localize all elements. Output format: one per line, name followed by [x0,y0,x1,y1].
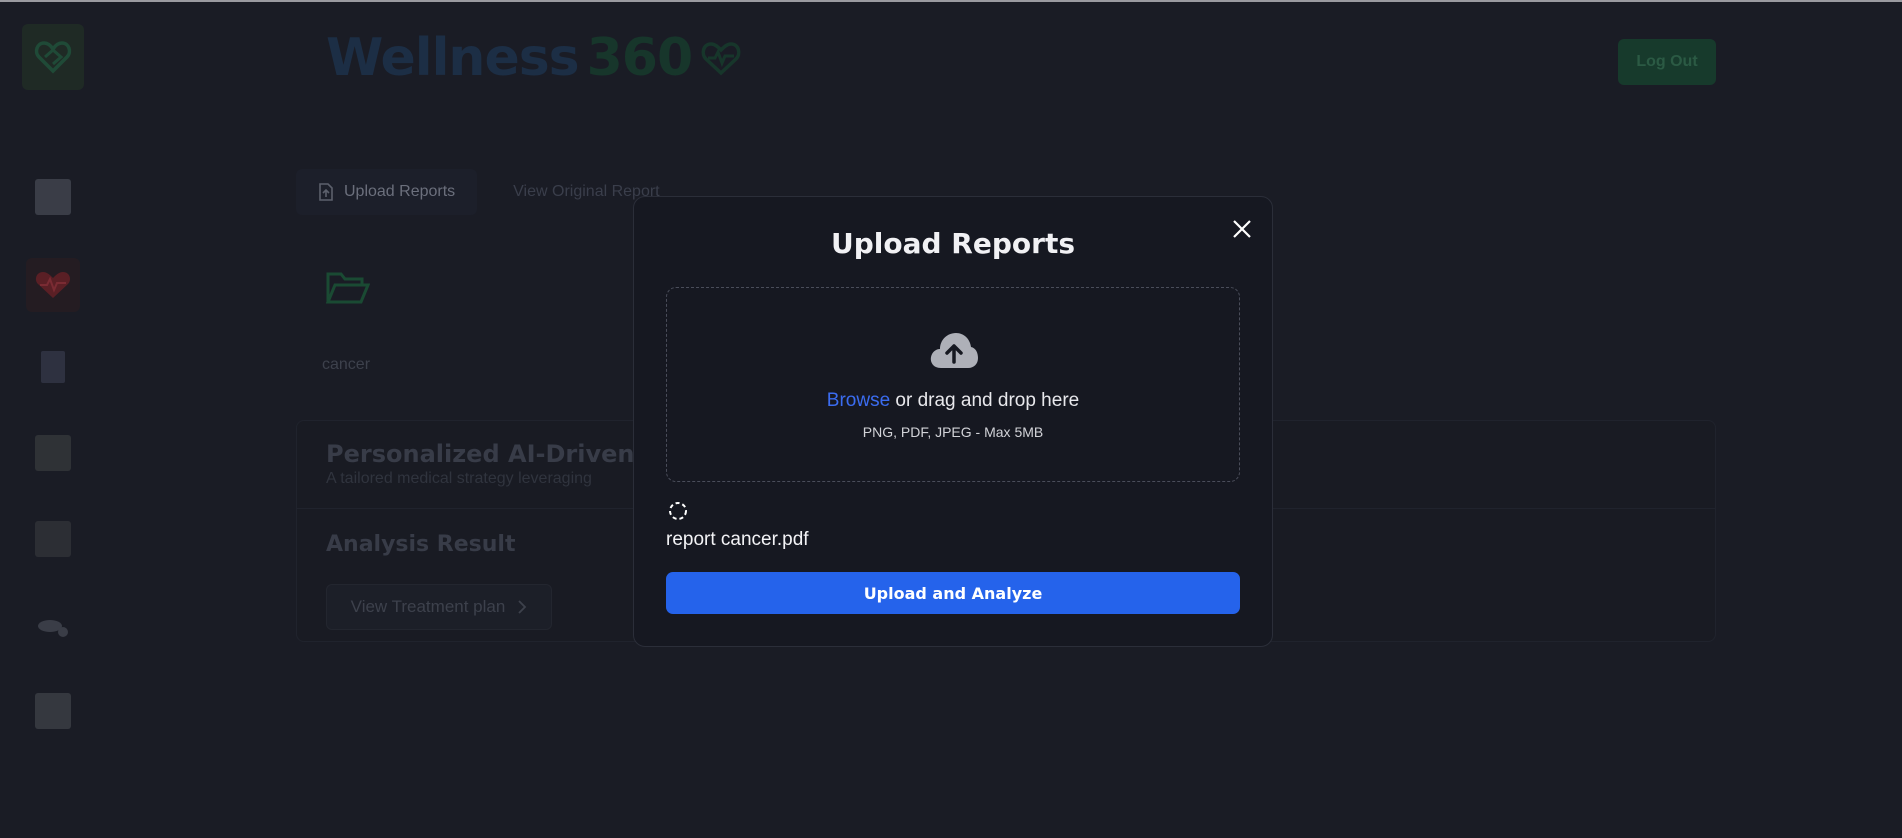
community-thumbnail-icon [35,435,71,471]
drop-text: or drag and drop here [890,390,1080,411]
file-dropzone[interactable]: Browse or drag and drop here PNG, PDF, J… [666,287,1240,482]
loading-spinner-icon [669,502,687,520]
upload-and-analyze-button[interactable]: Upload and Analyze [666,572,1240,614]
uploaded-file-label: cancer [322,356,371,373]
modal-title: Upload Reports [831,227,1075,260]
file-upload-icon [319,183,333,201]
browse-link[interactable]: Browse [827,390,890,411]
heart-logo-icon [34,41,72,74]
analysis-result-title: Analysis Result [326,532,516,557]
documents-thumbnail-icon [35,521,71,557]
app-title-word: Wellness [326,28,580,88]
avatar [35,693,71,729]
ai-section-subtitle: A tailored medical strategy leveraging [326,470,592,487]
sidebar-item-medication[interactable] [26,598,80,652]
view-treatment-plan-button[interactable]: View Treatment plan [326,584,552,630]
file-type-hint: PNG, PDF, JPEG - Max 5MB [862,424,1044,440]
app-logo[interactable] [22,24,84,90]
cloud-upload-icon [930,333,978,368]
chevron-right-icon [518,600,527,614]
dropzone-instructions: Browse or drag and drop here [667,390,1239,412]
dashboard-thumbnail-icon [35,179,71,215]
clipboard-icon [41,351,65,383]
logout-button[interactable]: Log Out [1618,39,1716,85]
sidebar-item-community[interactable] [26,426,80,480]
upload-reports-modal: Upload Reports Browse or drag and drop h… [633,196,1273,647]
folder-open-icon [325,270,371,310]
sidebar-item-documents[interactable] [26,512,80,566]
window-top-border [0,0,1902,2]
heart-pulse-icon [701,42,741,76]
tab-upload-reports[interactable]: Upload Reports [296,169,478,215]
selected-file-name: report cancer.pdf [666,529,809,550]
app-title: Wellness 360 [326,28,742,88]
app-title-number: 360 [586,28,694,88]
treatment-button-label: View Treatment plan [350,597,506,616]
medication-icon [38,620,68,637]
sidebar-item-dashboard[interactable] [26,170,80,224]
sidebar-item-health[interactable] [26,258,80,312]
heartbeat-icon [35,272,71,298]
sidebar [0,2,100,838]
sidebar-item-reports[interactable] [26,340,80,394]
tab-label: Upload Reports [344,183,456,200]
sidebar-item-profile[interactable] [26,684,80,738]
